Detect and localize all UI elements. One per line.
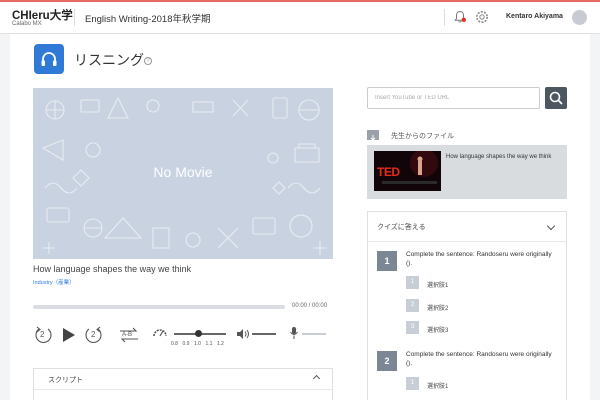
video-player[interactable]: No Movie: [33, 88, 333, 259]
speed-tick-label: 1.2: [217, 341, 224, 347]
mic-icon[interactable]: [289, 326, 299, 345]
url-input[interactable]: [367, 87, 540, 109]
avatar[interactable]: [572, 10, 587, 25]
header-divider: [74, 9, 75, 26]
speed-tick-label: 1.0: [194, 341, 201, 347]
video-thumbnail: TED: [374, 151, 441, 191]
speed-tick-label: 1.1: [205, 341, 213, 347]
file-item[interactable]: TED How language shapes the way we think: [367, 145, 567, 199]
file-title: How language shapes the way we think: [446, 154, 552, 160]
question-number: 2: [377, 351, 397, 371]
script-label: スクリプト: [48, 377, 83, 384]
course-title: English Writing-2018年秋学期: [85, 14, 211, 25]
ted-logo: TED: [377, 165, 400, 179]
question-number: 1: [377, 251, 397, 271]
chevron-up-icon[interactable]: [312, 374, 321, 383]
speed-tick-label: 0.9: [182, 341, 190, 347]
teacher-files-label: 先生からのファイル: [391, 133, 454, 140]
option-label[interactable]: 選択肢2: [427, 303, 448, 312]
header-divider-right: [444, 9, 445, 26]
no-movie-text: No Movie: [153, 164, 213, 180]
ab-repeat-label: A-B: [122, 332, 133, 338]
volume-icon[interactable]: [236, 327, 250, 345]
headphones-icon: [34, 44, 64, 74]
speed-icon: [152, 325, 168, 344]
script-panel[interactable]: スクリプト: [33, 368, 333, 400]
folder-download-icon: [367, 130, 379, 141]
mic-level-slider[interactable]: [302, 333, 326, 335]
video-tag[interactable]: Industry（産業）: [33, 278, 75, 286]
question-text: Complete the sentence: Randoseru were or…: [406, 351, 552, 367]
help-icon[interactable]: ?: [144, 57, 152, 65]
logo-subtitle: Calabo MX: [12, 21, 42, 27]
forward-label: 2: [91, 330, 96, 339]
video-title: How language shapes the way we think: [33, 264, 192, 274]
speed-slider-handle[interactable]: [195, 330, 202, 337]
quiz-divider: [368, 241, 566, 242]
option-number[interactable]: 1: [406, 377, 419, 390]
progress-bar[interactable]: [33, 305, 285, 309]
time-display: 00:00 / 00:00: [292, 303, 328, 309]
user-name[interactable]: Kentaro Akiyama: [506, 13, 563, 20]
quiz-panel: クイズに答える 1 Complete the sentence: Randose…: [367, 211, 567, 400]
option-number[interactable]: 2: [406, 299, 419, 312]
gear-icon[interactable]: [474, 9, 490, 25]
forward-button[interactable]: 2: [84, 325, 104, 350]
volume-slider[interactable]: [252, 333, 276, 335]
rewind-label: 2: [40, 330, 45, 339]
quiz-title: クイズに答える: [377, 224, 426, 231]
search-button[interactable]: [545, 87, 567, 109]
search-icon: [549, 91, 563, 105]
option-number[interactable]: 3: [406, 321, 419, 334]
bell-icon[interactable]: [452, 9, 468, 25]
play-button[interactable]: [60, 325, 78, 350]
option-label[interactable]: 選択肢3: [427, 325, 448, 334]
option-label[interactable]: 選択肢1: [427, 381, 448, 390]
option-label[interactable]: 選択肢1: [427, 280, 448, 289]
option-number[interactable]: 1: [406, 276, 419, 289]
chevron-down-icon[interactable]: [546, 221, 556, 231]
question-text: Complete the sentence: Randoseru were or…: [406, 251, 552, 267]
rewind-button[interactable]: 2: [33, 325, 53, 350]
ab-repeat-button[interactable]: A-B: [117, 325, 141, 350]
page-title: リスニング: [74, 52, 144, 68]
script-divider: [34, 389, 332, 390]
speed-tick-label: 0.8: [171, 341, 178, 347]
